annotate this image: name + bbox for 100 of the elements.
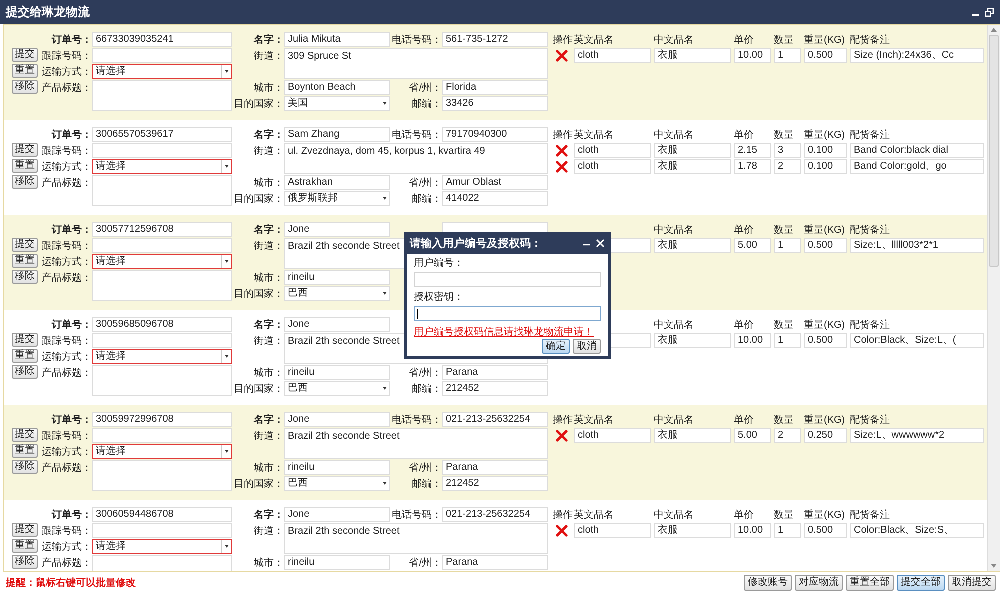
column-header: 单价 [734,128,755,142]
column-header: 中文品名 [654,34,695,47]
field-label: 城市： [254,366,284,380]
column-header: 单价 [734,414,755,427]
field-label: 目的国家： [234,382,284,396]
field-label: 城市： [254,462,284,475]
column-header: 中文品名 [654,414,695,427]
field-label: 产品标题： [42,366,92,380]
column-header: 英文品名 [574,508,615,522]
field-label: 产品标题： [42,272,92,285]
column-header: 配货备注 [850,34,891,47]
field-label: 跟踪号码： [42,430,92,443]
column-header: 中文品名 [654,128,695,142]
field-label: 城市： [254,556,284,570]
field-label: 街道： [254,145,284,158]
field-label: 跟踪号码： [42,524,92,538]
field-label: 街道： [254,335,284,348]
column-header: 数量 [774,129,795,142]
field-label: 订单号： [52,224,92,237]
field-label: 省/州： [409,366,442,380]
field-label: 产品标题： [42,462,92,475]
field-label: 名字： [254,508,284,522]
field-label: 名字： [254,128,284,142]
field-label: 邮编： [412,98,442,111]
field-label: 用户编号： [414,258,465,270]
field-label: 运输方式： [42,66,92,79]
field-label: 订单号： [52,34,92,47]
column-header: 操作 [553,34,574,47]
column-header: 英文品名 [574,34,615,47]
column-header: 中文品名 [654,508,695,522]
column-header: 配货备注 [850,414,891,427]
column-header: 重量(KG) [804,318,846,332]
field-label: 邮编： [412,192,442,206]
field-label: 运输方式： [42,160,92,174]
field-label: 订单号： [52,128,92,142]
field-label: 街道： [254,240,284,253]
field-label: 目的国家： [234,288,284,301]
field-label: 名字： [254,223,284,237]
dialog-title: 请输入用户编号及授权码： [410,236,542,250]
field-label: 电话号码： [392,128,442,142]
field-label: 电话号码： [392,34,442,47]
field-label: 运输方式： [42,256,92,269]
field-label: 目的国家： [234,192,284,206]
column-header: 单价 [734,318,755,332]
field-label: 跟踪号码： [42,334,92,348]
column-header: 中文品名 [654,318,695,332]
field-label: 省/州： [409,82,442,95]
column-header: 英文品名 [574,128,615,142]
column-header: 中文品名 [654,224,695,237]
field-label: 名字： [254,413,284,427]
field-label: 城市： [254,272,284,285]
field-label: 名字： [254,318,284,332]
field-label: 订单号： [52,414,92,427]
column-header: 操作 [553,509,574,522]
field-label: 产品标题： [42,82,92,95]
field-label: 运输方式： [42,446,92,459]
column-header: 配货备注 [850,128,891,142]
field-label: 省/州： [409,462,442,475]
field-label: 跟踪号码： [42,240,92,253]
column-header: 重量(KG) [804,128,846,142]
column-header: 配货备注 [850,224,891,237]
field-label: 城市： [254,82,284,95]
column-header: 操作 [553,129,574,142]
field-label: 产品标题： [42,176,92,190]
field-label: 运输方式： [42,350,92,364]
column-header: 数量 [774,414,795,427]
field-label: 订单号： [52,508,92,522]
field-label: 邮编： [412,478,442,491]
field-label: 电话号码： [392,508,442,522]
field-label: 电话号码： [392,414,442,427]
field-label: 目的国家： [234,98,284,111]
field-label: 省/州： [409,176,442,190]
hint-text: 提醒：鼠标右键可以批量修改 [6,576,136,590]
field-label: 跟踪号码： [42,50,92,63]
column-header: 配货备注 [850,508,891,522]
column-header: 重量(KG) [804,414,846,427]
field-label: 跟踪号码： [42,144,92,158]
column-header: 数量 [774,319,795,332]
column-header: 数量 [774,509,795,522]
column-header: 英文品名 [574,414,615,427]
field-label: 授权密钥： [414,292,465,304]
field-label: 邮编： [412,382,442,396]
field-label: 城市： [254,176,284,190]
column-header: 单价 [734,34,755,47]
field-label: 名字： [254,33,284,47]
column-header: 重量(KG) [804,34,846,47]
column-header: 数量 [774,224,795,237]
field-label: 运输方式： [42,540,92,554]
column-header: 数量 [774,34,795,47]
column-header: 单价 [734,508,755,522]
column-header: 重量(KG) [804,224,846,237]
field-label: 街道： [254,50,284,63]
column-header: 单价 [734,224,755,237]
field-label: 目的国家： [234,478,284,491]
window-title: 提交给琳龙物流 [6,4,90,20]
field-label: 街道： [254,430,284,443]
field-label: 产品标题： [42,556,92,570]
column-header: 操作 [553,414,574,427]
column-header: 重量(KG) [804,508,846,522]
column-header: 配货备注 [850,318,891,332]
